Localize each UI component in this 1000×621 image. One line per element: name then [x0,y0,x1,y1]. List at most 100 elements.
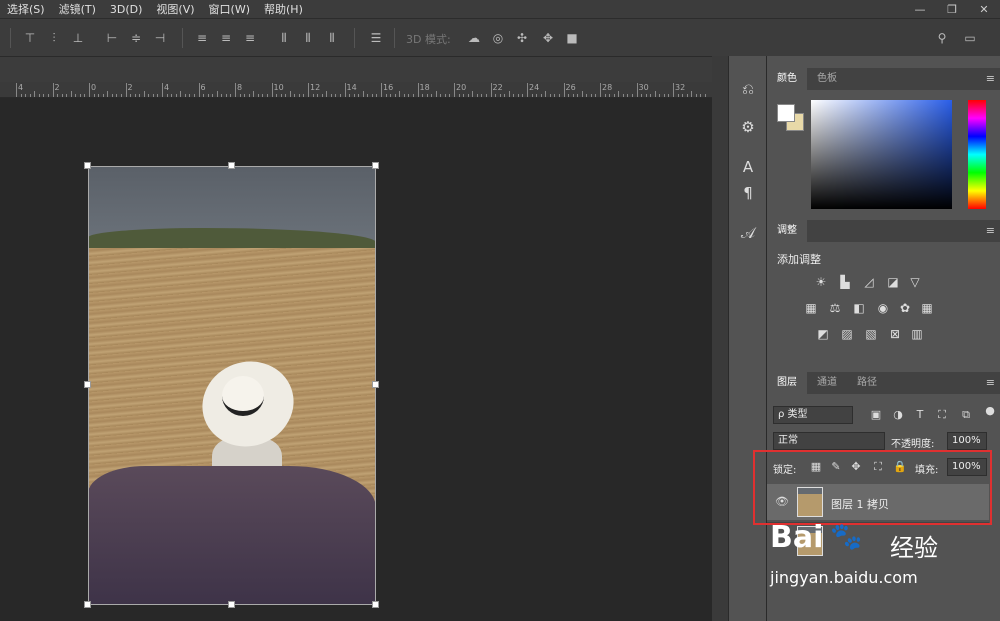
ruler-tick [376,94,378,97]
tab-color[interactable]: 颜色 [767,68,807,90]
menu-3d[interactable]: 3D(D) [103,3,150,16]
filter-type-icon[interactable]: T [913,408,927,422]
color-picker-field[interactable] [811,100,952,209]
distribute-right-icon[interactable]: ⦀ [324,30,340,46]
ruler-tick [93,94,95,97]
minimize-button[interactable]: — [904,0,936,18]
tab-adjustments[interactable]: 调整 [767,220,807,242]
brightness-icon[interactable]: ☀ [813,274,829,290]
align-bottom-icon[interactable]: ⊥ [70,30,86,46]
black-white-icon[interactable]: ◧ [851,300,867,316]
ruler-tick [107,91,109,97]
ruler-label: 26 [565,83,576,92]
transform-handle[interactable] [84,381,91,388]
curves-icon[interactable]: ◿ [861,274,877,290]
layer-filter-select[interactable]: ρ 类型 [773,406,853,424]
scale-3d-icon[interactable]: ■ [564,30,580,46]
distribute-bottom-icon[interactable]: ≡ [242,30,258,46]
menu-filter[interactable]: 滤镜(T) [52,1,103,17]
color-lookup-icon[interactable]: ▦ [919,300,935,316]
tab-channels[interactable]: 通道 [807,372,847,394]
align-hcenter-icon[interactable]: ≑ [128,30,144,46]
orbit-3d-icon[interactable]: ☁ [466,30,482,46]
ruler-tick [308,83,309,97]
channel-mixer-icon[interactable]: ✿ [897,300,913,316]
distribute-left-icon[interactable]: ⦀ [276,30,292,46]
invert-icon[interactable]: ◩ [815,326,831,342]
transform-handle[interactable] [84,162,91,169]
foreground-color-swatch[interactable] [777,104,795,122]
ruler-tick [303,94,305,97]
transform-handle[interactable] [372,601,379,608]
menu-select[interactable]: 选择(S) [0,1,52,17]
ruler-tick [481,94,483,97]
distribute-vcenter-icon[interactable]: ≡ [218,30,234,46]
roll-3d-icon[interactable]: ◎ [490,30,506,46]
exposure-icon[interactable]: ◪ [885,274,901,290]
filter-adjustment-icon[interactable]: ◑ [891,408,905,422]
ruler-label: 12 [310,83,321,92]
tab-layers[interactable]: 图层 [767,372,807,394]
filter-shape-icon[interactable]: ⛶ [935,408,949,422]
align-left-icon[interactable]: ⊢ [104,30,120,46]
panel-menu-icon[interactable]: ≡ [986,68,995,90]
menu-view[interactable]: 视图(V) [149,1,201,17]
filter-toggle-icon[interactable]: ● [983,404,997,418]
transform-handle[interactable] [372,162,379,169]
transform-handle[interactable] [228,162,235,169]
workspace-icon[interactable]: ▭ [962,30,978,46]
ruler-tick [344,83,346,97]
align-vcenter-icon[interactable]: ⫶ [46,30,62,46]
menu-help[interactable]: 帮助(H) [257,1,310,17]
ruler-tick [289,91,291,97]
align-right-icon[interactable]: ⊣ [152,30,168,46]
ruler-tick [312,94,314,97]
menu-window[interactable]: 窗口(W) [202,1,257,17]
threshold-icon[interactable]: ▧ [863,326,879,342]
distribute-top-icon[interactable]: ≡ [194,30,210,46]
panel-menu-icon[interactable]: ≡ [986,220,995,242]
tab-swatches[interactable]: 色板 [807,68,847,90]
vibrance-icon[interactable]: ▽ [907,274,923,290]
color-balance-icon[interactable]: ⚖ [827,300,843,316]
ruler-tick [225,94,227,97]
ruler-tick [600,83,601,97]
properties-icon[interactable]: ⚙ [735,114,761,140]
search-icon[interactable]: ⚲ [934,30,950,46]
panel-menu-icon[interactable]: ≡ [986,372,995,394]
history-icon[interactable]: ⎌ [735,76,761,102]
character-icon[interactable]: A [735,154,761,180]
ruler-tick [339,94,341,97]
transform-handle[interactable] [228,601,235,608]
tab-paths[interactable]: 路径 [847,372,887,394]
transform-bounding-box[interactable] [88,166,376,605]
hue-slider[interactable] [968,100,986,209]
align-top-icon[interactable]: ⊤ [22,30,38,46]
selective-color-icon[interactable]: ⊠ [887,326,903,342]
blend-mode-select[interactable]: 正常 [773,432,885,450]
ruler-tick [682,94,684,97]
photo-filter-icon[interactable]: ◉ [875,300,891,316]
paragraph-icon[interactable]: ¶ [735,180,761,206]
opacity-input[interactable]: 100% [947,432,987,450]
ruler-tick [367,94,369,97]
transform-handle[interactable] [84,601,91,608]
auto-align-icon[interactable]: ☰ [368,30,384,46]
ruler-tick [549,94,551,97]
close-button[interactable]: ✕ [968,0,1000,18]
filter-pixel-icon[interactable]: ▣ [869,408,883,422]
distribute-hcenter-icon[interactable]: ⦀ [300,30,316,46]
hue-saturation-icon[interactable]: ▦ [803,300,819,316]
posterize-icon[interactable]: ▨ [839,326,855,342]
transform-handle[interactable] [372,381,379,388]
drag-3d-icon[interactable]: ✣ [514,30,530,46]
canvas-scrollbar[interactable] [712,56,728,621]
slide-3d-icon[interactable]: ✥ [540,30,556,46]
restore-button[interactable]: ❐ [936,0,968,18]
gradient-map-icon[interactable]: ▥ [909,326,925,342]
levels-icon[interactable]: ▙ [837,274,853,290]
glyphs-icon[interactable]: 𝒜 [735,220,761,246]
filter-smart-object-icon[interactable]: ⧉ [959,408,973,422]
ruler-tick [152,94,154,97]
ruler-tick [285,94,287,97]
